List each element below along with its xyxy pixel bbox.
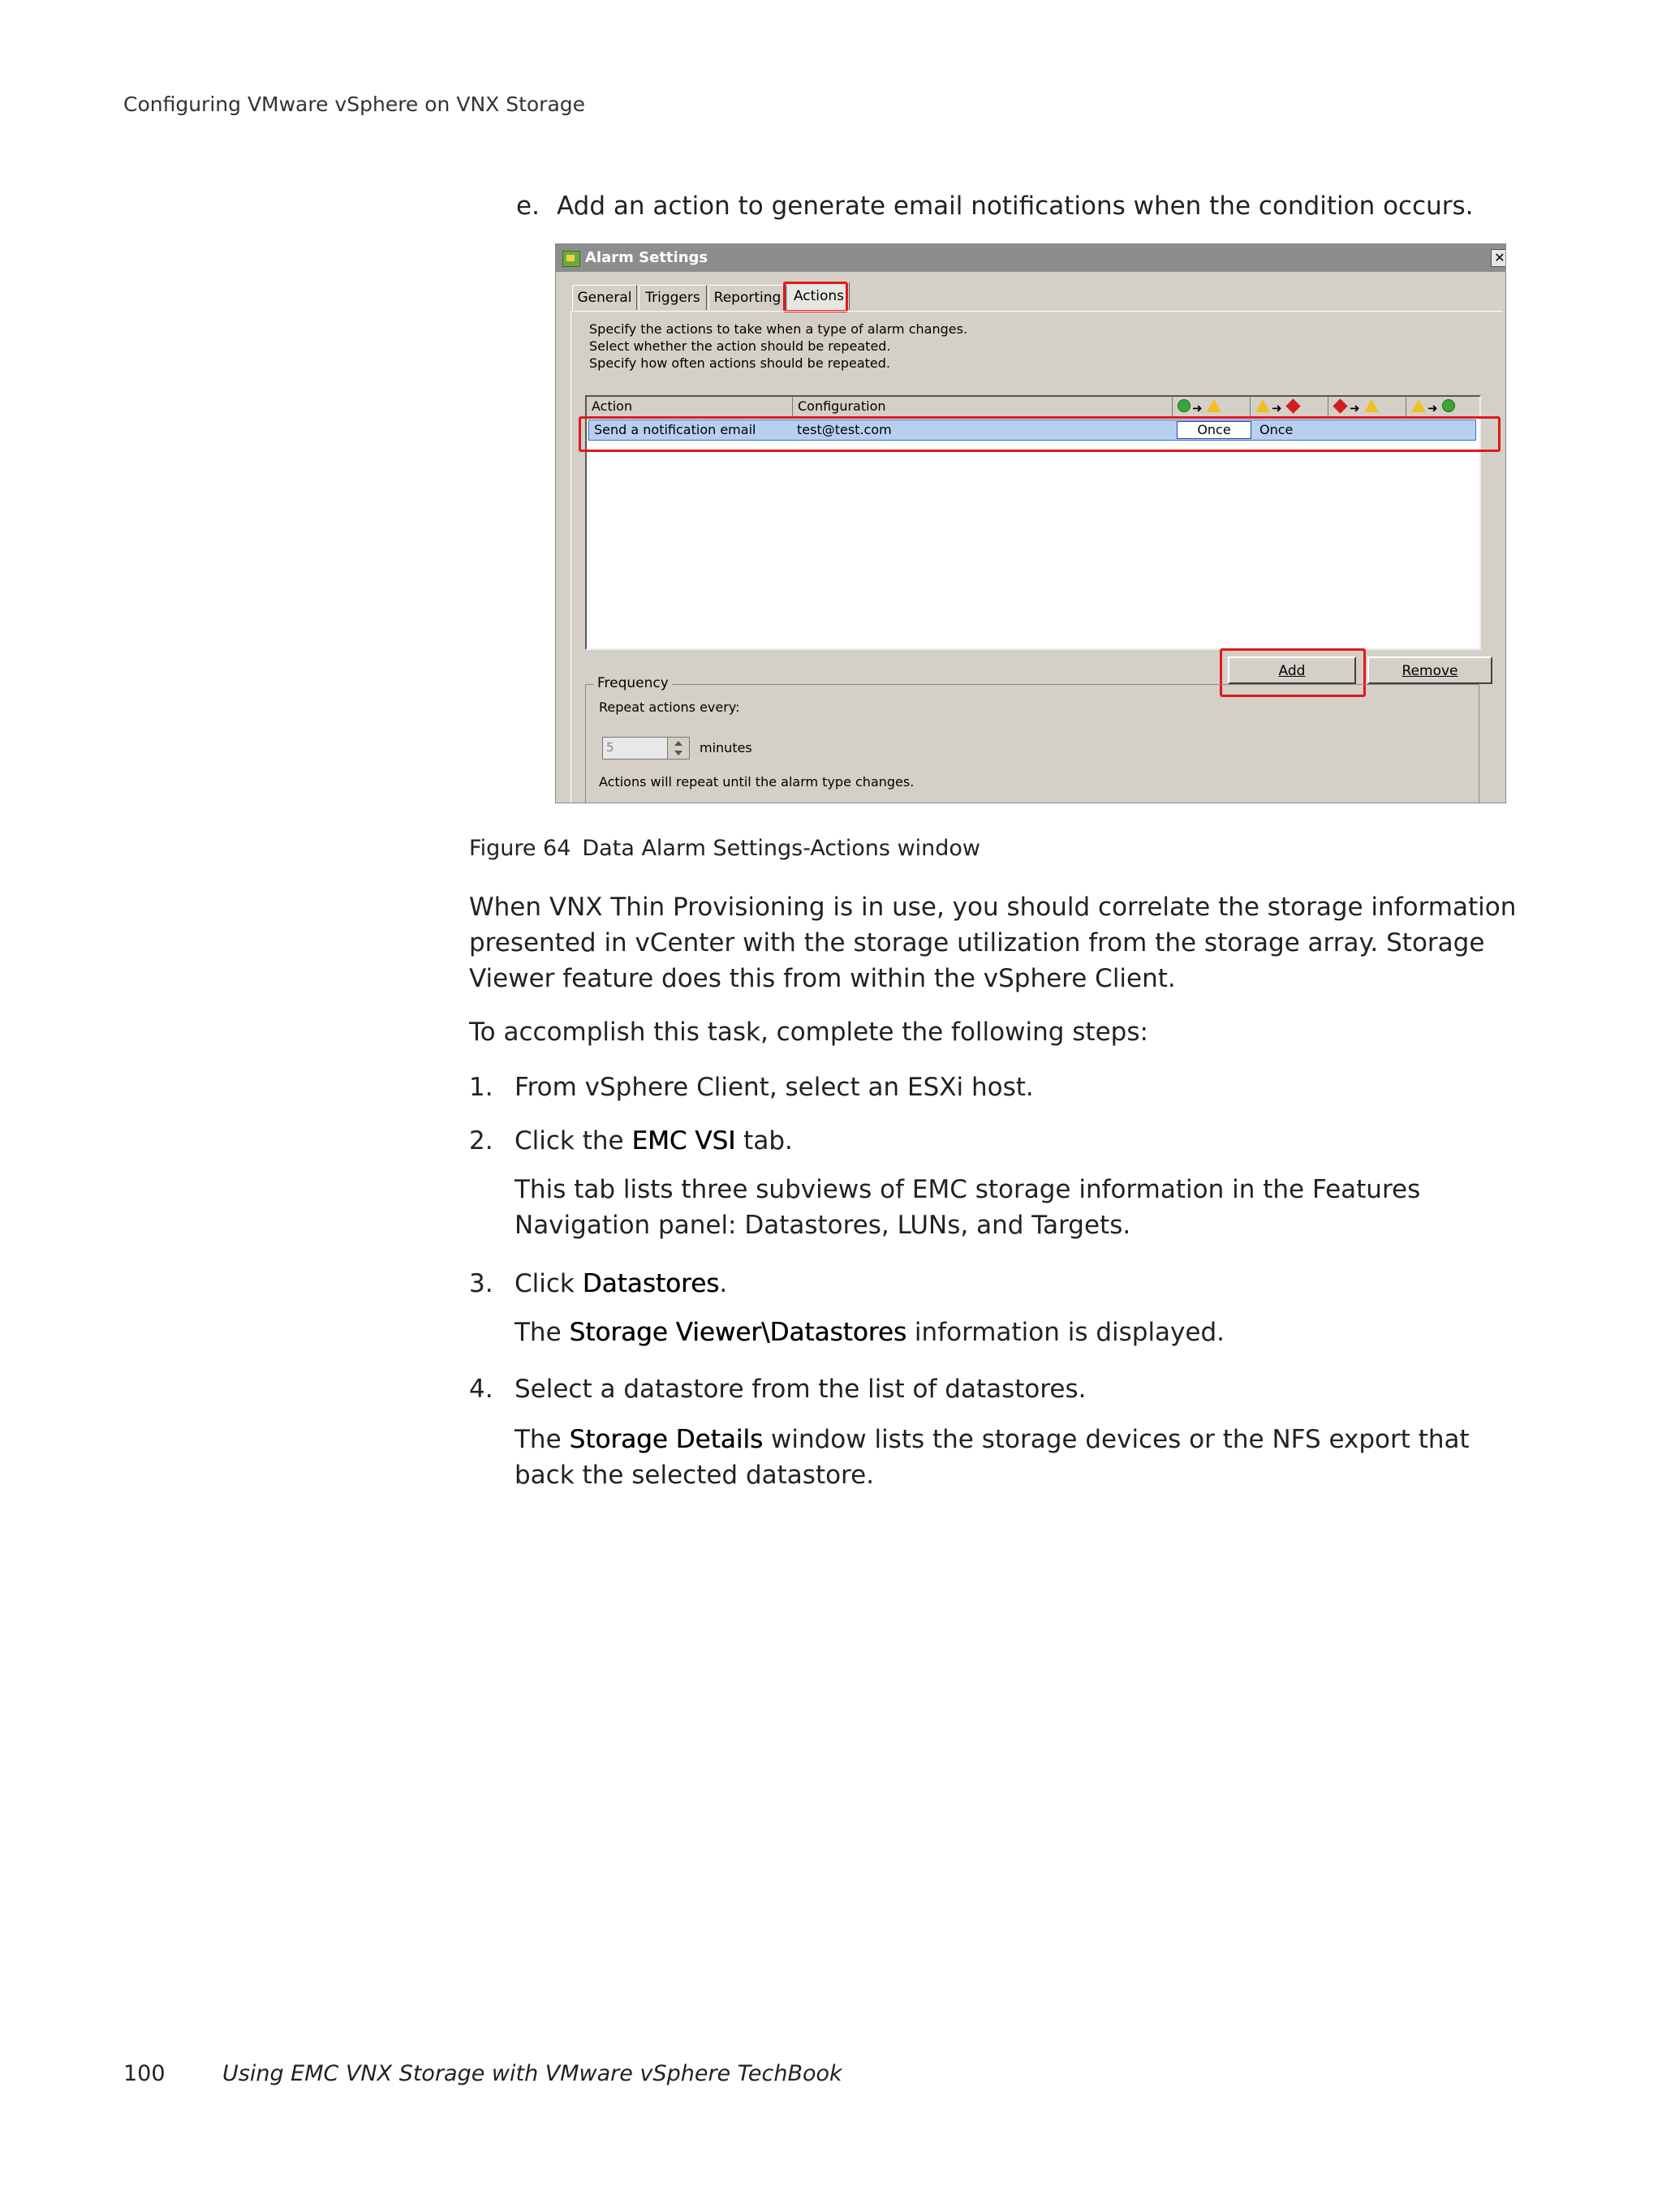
ok-icon xyxy=(1178,399,1191,412)
column-warning-to-ok[interactable]: ➜ xyxy=(1406,397,1479,416)
column-action[interactable]: Action xyxy=(587,397,793,416)
remove-button[interactable]: Remove xyxy=(1367,656,1492,684)
page-number: 100 xyxy=(123,2061,166,2086)
step-e: e. Add an action to generate email notifi… xyxy=(516,192,1474,221)
step-3-detail-pre: The xyxy=(515,1318,570,1347)
step-4-number: 4. xyxy=(469,1375,493,1404)
tab-reporting[interactable]: Reporting xyxy=(708,285,786,310)
tab-general[interactable]: General xyxy=(572,285,637,310)
step-3-detail-post: information is displayed. xyxy=(906,1318,1225,1347)
arrow-right-icon: ➜ xyxy=(1272,401,1282,415)
frequency-group: Frequency Repeat actions every: 5 minute… xyxy=(585,675,1479,803)
repeat-note: Actions will repeat until the alarm type… xyxy=(599,774,915,790)
step-e-text: Add an action to generate email notifica… xyxy=(557,192,1474,221)
alarm-settings-dialog: Alarm Settings ✕ General Triggers Report… xyxy=(555,243,1506,803)
step-4: 4. Select a datastore from the list of da… xyxy=(469,1375,1087,1404)
column-ok-to-warning[interactable]: ➜ xyxy=(1173,397,1251,416)
ok-icon xyxy=(1442,399,1455,412)
repeat-label: Repeat actions every: xyxy=(599,699,740,715)
dialog-title: Alarm Settings xyxy=(585,249,708,266)
step-1-text: From vSphere Client, select an ESXi host… xyxy=(515,1073,1034,1102)
add-button-label: Add xyxy=(1278,663,1306,679)
arrow-right-icon: ➜ xyxy=(1192,401,1203,415)
row-configuration: test@test.com xyxy=(797,422,892,437)
running-header: Configuring VMware vSphere on VNX Storag… xyxy=(123,93,586,116)
row-action: Send a notification email xyxy=(594,422,756,437)
step-3-pre: Click xyxy=(515,1269,583,1298)
step-3-post: . xyxy=(719,1269,728,1298)
step-2-pre: Click the xyxy=(515,1126,632,1155)
step-4-detail-pre: The xyxy=(515,1425,570,1454)
book-title: Using EMC VNX Storage with VMware vSpher… xyxy=(222,2061,842,2086)
critical-icon xyxy=(1285,398,1301,414)
instruction-line-3: Specify how often actions should be repe… xyxy=(589,355,890,371)
warning-icon xyxy=(1255,399,1270,412)
step-e-label: e. xyxy=(516,192,540,221)
minutes-label: minutes xyxy=(700,740,752,755)
column-warning-to-critical[interactable]: ➜ xyxy=(1251,397,1328,416)
tab-actions[interactable]: Actions xyxy=(788,282,850,310)
step-4-text: Select a datastore from the list of data… xyxy=(515,1375,1087,1404)
storage-details-term: Storage Details xyxy=(569,1425,764,1454)
warning-icon xyxy=(1207,399,1221,412)
step-2-post: tab. xyxy=(735,1126,793,1155)
instruction-line-1: Specify the actions to take when a type … xyxy=(589,321,968,337)
warning-icon xyxy=(1364,399,1379,412)
step-3-number: 3. xyxy=(469,1269,493,1298)
instruction-line-2: Select whether the action should be repe… xyxy=(589,338,891,354)
arrow-right-icon: ➜ xyxy=(1350,401,1360,415)
arrow-right-icon: ➜ xyxy=(1427,401,1438,415)
step-1-number: 1. xyxy=(469,1073,493,1102)
column-configuration[interactable]: Configuration xyxy=(793,397,1173,416)
step-1: 1. From vSphere Client, select an ESXi ho… xyxy=(469,1073,1034,1102)
row-repeat-ok-warning[interactable]: Once xyxy=(1177,421,1251,439)
repeat-minutes-stepper[interactable]: 5 xyxy=(602,737,690,760)
step-2-detail: This tab lists three subviews of EMC sto… xyxy=(515,1175,1421,1240)
emc-vsi-term: EMC VSI xyxy=(631,1126,736,1155)
remove-button-label: Remove xyxy=(1402,663,1458,679)
column-critical-to-warning[interactable]: ➜ xyxy=(1328,397,1406,416)
critical-icon xyxy=(1333,398,1348,414)
paragraph-steps-intro: To accomplish this task, complete the fo… xyxy=(469,1018,1148,1047)
actions-list-header: Action Configuration ➜ ➜ ➜ ➜ xyxy=(587,397,1479,417)
paragraph-thin-provisioning: When VNX Thin Provisioning is in use, yo… xyxy=(469,893,1517,993)
frequency-legend: Frequency xyxy=(594,675,672,691)
warning-icon xyxy=(1411,399,1426,412)
dialog-titlebar: Alarm Settings ✕ xyxy=(556,244,1505,272)
figure-number: Figure 64 xyxy=(469,836,571,861)
tab-triggers[interactable]: Triggers xyxy=(639,285,707,310)
stepper-arrows-icon[interactable] xyxy=(667,738,689,759)
step-4-detail: The Storage Details window lists the sto… xyxy=(515,1422,1537,1493)
add-button[interactable]: Add xyxy=(1228,656,1356,684)
step-3: 3. Click Datastores. xyxy=(469,1269,727,1298)
storage-viewer-datastores-term: Storage Viewer\Datastores xyxy=(569,1318,907,1347)
alarm-app-icon xyxy=(562,251,580,267)
repeat-minutes-value: 5 xyxy=(606,740,614,755)
close-icon[interactable]: ✕ xyxy=(1491,249,1505,267)
step-2: 2. Click the EMC VSI tab. xyxy=(469,1126,793,1155)
step-3-detail: The Storage Viewer\Datastores informatio… xyxy=(515,1315,1537,1350)
figure-caption-text: Data Alarm Settings-Actions window xyxy=(582,836,981,861)
row-repeat-warning-critical[interactable]: Once xyxy=(1259,420,1293,440)
step-2-number: 2. xyxy=(469,1126,493,1155)
actions-list[interactable]: Action Configuration ➜ ➜ ➜ ➜ Send a noti… xyxy=(585,395,1481,650)
datastores-term: Datastores xyxy=(582,1269,720,1298)
figure-caption: Figure 64 Data Alarm Settings-Actions win… xyxy=(469,836,980,861)
action-row[interactable]: Send a notification email test@test.com … xyxy=(588,420,1476,441)
